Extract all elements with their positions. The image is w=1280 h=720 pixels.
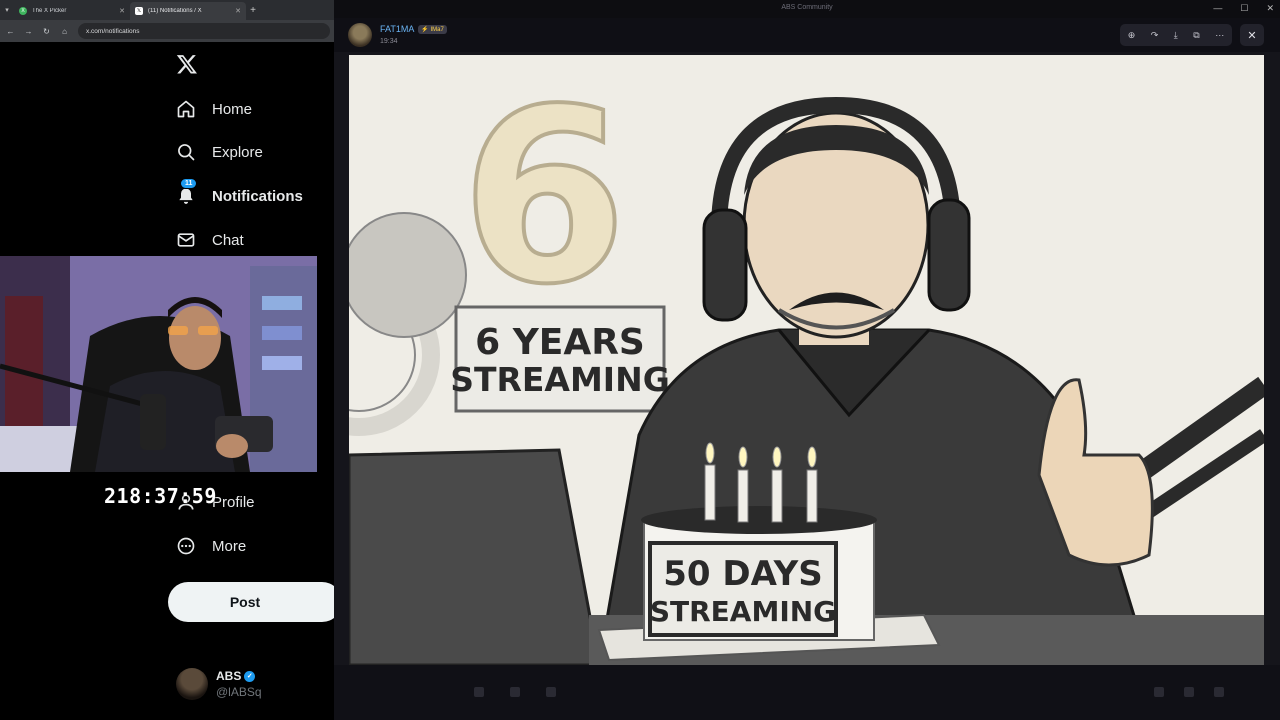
account-handle: @lABSq <box>216 685 262 699</box>
tab-title: The X Picker <box>32 8 67 14</box>
shared-image[interactable]: 6 6 YEARS STREAMING 50 DAYS STREAMING <box>349 55 1264 665</box>
x-logo-icon: 𝕏 <box>135 7 143 15</box>
more-circle-icon <box>176 536 196 556</box>
footer-control-icon[interactable] <box>1154 687 1164 697</box>
browser-toolbar: ← → ↻ ⌂ x.com/notifications <box>0 20 334 42</box>
sidebar-item-explore[interactable]: Explore <box>176 142 263 162</box>
zoom-icon[interactable]: ⊕ <box>1128 30 1136 41</box>
sender-avatar[interactable] <box>348 23 372 47</box>
home-browser-icon[interactable]: ⌂ <box>60 27 69 36</box>
search-icon <box>176 142 196 162</box>
footer-control-icon[interactable] <box>474 687 484 697</box>
minimize-icon[interactable]: — <box>1213 3 1222 14</box>
tab-x-picker[interactable]: X The X Picker ✕ <box>14 2 130 20</box>
sidebar-item-label: Home <box>212 100 253 118</box>
message-time: 19:34 <box>380 38 398 45</box>
footer-control-icon[interactable] <box>546 687 556 697</box>
sidebar-item-label: Explore <box>212 143 263 161</box>
viewer-footer <box>334 665 1280 720</box>
cake-line-1: 50 DAYS <box>663 554 823 594</box>
sender-name[interactable]: FAT1MA ⚡ IMa7 <box>380 24 447 34</box>
footer-control-icon[interactable] <box>1184 687 1194 697</box>
sidebar-item-label: More <box>212 537 247 555</box>
screen: ▾ X The X Picker ✕ 𝕏 (11) Notifications … <box>0 0 1280 720</box>
forward-icon[interactable]: → <box>24 27 33 36</box>
url-text: x.com/notifications <box>86 27 140 35</box>
account-switcher[interactable]: ABS ✓ @lABSq <box>176 668 262 700</box>
viewer-window-title: ABS Community <box>781 4 833 11</box>
sidebar-item-label: Chat <box>212 231 244 249</box>
reload-icon[interactable]: ↻ <box>42 27 51 36</box>
picker-icon: X <box>19 7 27 15</box>
post-button[interactable]: Post <box>168 582 334 622</box>
viewer-titlebar: ABS Community — ☐ ✕ <box>334 0 1280 18</box>
viewer-toolbar: ⊕ ↷ ⤓ ⧉ ⋯ <box>1120 24 1232 46</box>
stream-timer: 218:37:59 <box>104 484 217 508</box>
open-external-icon[interactable]: ⧉ <box>1193 30 1199 41</box>
bell-icon: 11 <box>176 178 198 206</box>
sender-tag: ⚡ IMa7 <box>418 24 447 34</box>
sidebar-item-label: Profile <box>212 493 255 511</box>
home-icon <box>176 99 196 119</box>
footer-control-icon[interactable] <box>510 687 520 697</box>
tab-search-icon[interactable]: ▾ <box>0 6 14 14</box>
sidebar-item-notifications[interactable]: 11 Notifications <box>176 178 303 206</box>
forward-share-icon[interactable]: ↷ <box>1151 30 1159 41</box>
viewer-header: FAT1MA ⚡ IMa7 19:34 ⊕ ↷ ⤓ ⧉ ⋯ ✕ <box>334 18 1280 52</box>
sidebar-item-more[interactable]: More <box>176 536 246 556</box>
more-options-icon[interactable]: ⋯ <box>1215 30 1224 41</box>
account-display-name: ABS ✓ <box>216 669 262 683</box>
tab-strip: ▾ X The X Picker ✕ 𝕏 (11) Notifications … <box>0 0 334 20</box>
notification-badge: 11 <box>180 178 198 189</box>
sign-line-1: 6 YEARS <box>475 322 645 363</box>
cake-line-2: STREAMING <box>650 595 836 628</box>
footer-control-icon[interactable] <box>1214 687 1224 697</box>
webcam-overlay <box>0 256 317 472</box>
avatar <box>176 668 208 700</box>
media-viewer: ABS Community — ☐ ✕ FAT1MA ⚡ IMa7 19:34 … <box>334 0 1280 720</box>
x-logo-icon[interactable] <box>176 52 198 76</box>
back-icon[interactable]: ← <box>6 27 15 36</box>
tab-close-icon[interactable]: ✕ <box>235 7 241 15</box>
tab-close-icon[interactable]: ✕ <box>119 7 125 15</box>
celebration-illustration: 6 6 YEARS STREAMING 50 DAYS STREAMING <box>349 55 1264 665</box>
sidebar-item-chat[interactable]: Chat <box>176 230 244 250</box>
sign-line-2: STREAMING <box>450 360 670 399</box>
viewer-close-button[interactable]: ✕ <box>1240 24 1264 46</box>
sidebar-item-label: Notifications <box>212 187 303 205</box>
sidebar-item-home[interactable]: Home <box>176 99 252 119</box>
window-close-icon[interactable]: ✕ <box>1266 3 1274 14</box>
mail-icon <box>176 230 196 250</box>
address-bar[interactable]: x.com/notifications <box>78 23 330 39</box>
new-tab-icon[interactable]: + <box>246 5 260 16</box>
download-icon[interactable]: ⤓ <box>1174 30 1178 41</box>
balloon-number: 6 <box>461 57 628 337</box>
maximize-icon[interactable]: ☐ <box>1240 3 1248 14</box>
tab-notifications[interactable]: 𝕏 (11) Notifications / X ✕ <box>130 2 246 20</box>
tab-title: (11) Notifications / X <box>148 8 202 14</box>
verified-badge-icon: ✓ <box>244 670 256 682</box>
